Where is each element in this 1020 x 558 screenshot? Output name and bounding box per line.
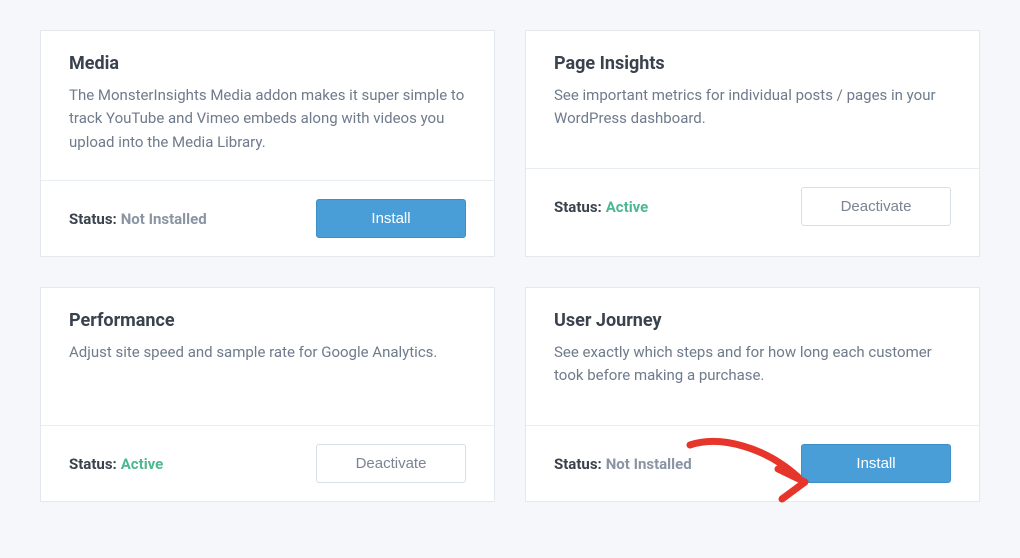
addon-card-media: Media The MonsterInsights Media addon ma… <box>40 30 495 257</box>
install-button[interactable]: Install <box>801 444 951 483</box>
addon-card-user-journey: User Journey See exactly which steps and… <box>525 287 980 502</box>
card-body: User Journey See exactly which steps and… <box>526 288 979 426</box>
status-wrapper: Status: Active <box>69 454 163 473</box>
addon-title: User Journey <box>554 310 951 331</box>
status-wrapper: Status: Active <box>554 197 648 216</box>
status-wrapper: Status: Not Installed <box>69 209 207 228</box>
status-wrapper: Status: Not Installed <box>554 454 692 473</box>
card-footer: Status: Active Deactivate <box>526 169 979 244</box>
addon-title: Performance <box>69 310 466 331</box>
card-footer: Status: Not Installed Install <box>526 426 979 501</box>
card-footer: Status: Not Installed Install <box>41 181 494 256</box>
addon-title: Media <box>69 53 466 74</box>
addon-grid: Media The MonsterInsights Media addon ma… <box>40 30 980 502</box>
card-footer: Status: Active Deactivate <box>41 426 494 501</box>
status-value: Not Installed <box>121 210 207 228</box>
card-body: Page Insights See important metrics for … <box>526 31 979 169</box>
install-button[interactable]: Install <box>316 199 466 238</box>
status-label: Status: <box>554 198 602 216</box>
deactivate-button[interactable]: Deactivate <box>316 444 466 483</box>
addon-description: Adjust site speed and sample rate for Go… <box>69 341 466 364</box>
status-label: Status: <box>69 210 117 228</box>
status-label: Status: <box>69 455 117 473</box>
status-value: Not Installed <box>606 455 692 473</box>
card-body: Media The MonsterInsights Media addon ma… <box>41 31 494 181</box>
addon-card-page-insights: Page Insights See important metrics for … <box>525 30 980 257</box>
addon-description: See important metrics for individual pos… <box>554 84 951 131</box>
deactivate-button[interactable]: Deactivate <box>801 187 951 226</box>
addon-title: Page Insights <box>554 53 951 74</box>
addon-description: See exactly which steps and for how long… <box>554 341 951 388</box>
status-value: Active <box>606 198 649 216</box>
status-label: Status: <box>554 455 602 473</box>
card-body: Performance Adjust site speed and sample… <box>41 288 494 426</box>
addon-description: The MonsterInsights Media addon makes it… <box>69 84 466 154</box>
status-value: Active <box>121 455 164 473</box>
addon-card-performance: Performance Adjust site speed and sample… <box>40 287 495 502</box>
